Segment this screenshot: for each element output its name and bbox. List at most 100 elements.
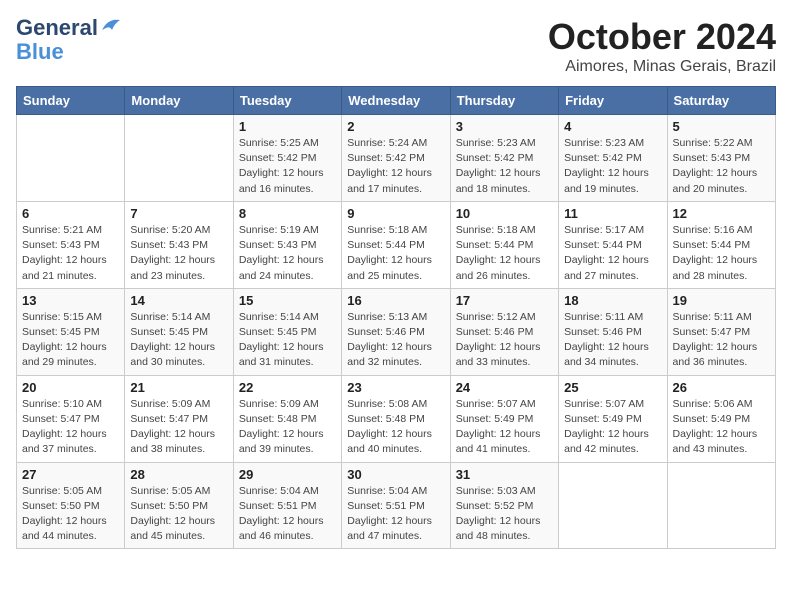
- day-number: 21: [130, 380, 227, 395]
- day-number: 11: [564, 206, 661, 221]
- day-number: 19: [673, 293, 770, 308]
- day-info: Sunrise: 5:18 AM Sunset: 5:44 PM Dayligh…: [456, 223, 553, 284]
- page-header: General Blue October 2024 Aimores, Minas…: [16, 16, 776, 76]
- calendar-cell: 12 Sunrise: 5:16 AM Sunset: 5:44 PM Dayli…: [667, 201, 775, 288]
- day-number: 1: [239, 119, 336, 134]
- calendar-table: SundayMondayTuesdayWednesdayThursdayFrid…: [16, 86, 776, 549]
- calendar-cell: [667, 462, 775, 549]
- calendar-cell: 31 Sunrise: 5:03 AM Sunset: 5:52 PM Dayli…: [450, 462, 558, 549]
- day-info: Sunrise: 5:17 AM Sunset: 5:44 PM Dayligh…: [564, 223, 661, 284]
- day-number: 27: [22, 467, 119, 482]
- calendar-cell: 10 Sunrise: 5:18 AM Sunset: 5:44 PM Dayli…: [450, 201, 558, 288]
- weekday-header-saturday: Saturday: [667, 87, 775, 115]
- calendar-cell: 20Sunrise: 5:10 AM Sunset: 5:47 PM Dayli…: [17, 375, 125, 462]
- calendar-cell: 29 Sunrise: 5:04 AM Sunset: 5:51 PM Dayli…: [233, 462, 341, 549]
- calendar-cell: 27Sunrise: 5:05 AM Sunset: 5:50 PM Dayli…: [17, 462, 125, 549]
- calendar-cell: [559, 462, 667, 549]
- day-number: 15: [239, 293, 336, 308]
- location: Aimores, Minas Gerais, Brazil: [548, 58, 776, 76]
- day-number: 29: [239, 467, 336, 482]
- calendar-week-5: 27 Sunrise: 5:05 AM Sunset: 5:50 PM Dayli…: [17, 462, 776, 549]
- calendar-week-3: 13 Sunrise: 5:15 AM Sunset: 5:45 PM Dayli…: [17, 288, 776, 375]
- day-number: 2: [347, 119, 444, 134]
- day-number: 16: [347, 293, 444, 308]
- day-info: Sunrise: 5:25 AM Sunset: 5:42 PM Dayligh…: [239, 136, 336, 197]
- day-number: 22: [239, 380, 336, 395]
- month-title: October 2024: [548, 16, 776, 58]
- day-number: 17: [456, 293, 553, 308]
- day-info: Sunrise: 5:09 AM Sunset: 5:47 PM Dayligh…: [130, 397, 227, 458]
- calendar-cell: 4Sunrise: 5:23 AM Sunset: 5:42 PM Daylig…: [559, 115, 667, 202]
- day-info: Sunrise: 5:19 AM Sunset: 5:43 PM Dayligh…: [239, 223, 336, 284]
- calendar-cell: 26 Sunrise: 5:06 AM Sunset: 5:49 PM Dayli…: [667, 375, 775, 462]
- day-number: 6: [22, 206, 119, 221]
- calendar-cell: 17Sunrise: 5:12 AM Sunset: 5:46 PM Dayli…: [450, 288, 558, 375]
- day-info: Sunrise: 5:08 AM Sunset: 5:48 PM Dayligh…: [347, 397, 444, 458]
- day-number: 8: [239, 206, 336, 221]
- day-number: 5: [673, 119, 770, 134]
- logo-bird-icon: [100, 16, 122, 36]
- calendar-cell: 23 Sunrise: 5:08 AM Sunset: 5:48 PM Dayli…: [342, 375, 450, 462]
- day-info: Sunrise: 5:04 AM Sunset: 5:51 PM Dayligh…: [347, 484, 444, 545]
- day-info: Sunrise: 5:22 AM Sunset: 5:43 PM Dayligh…: [673, 136, 770, 197]
- calendar-week-1: 1 Sunrise: 5:25 AM Sunset: 5:42 PM Daylig…: [17, 115, 776, 202]
- calendar-cell: 9Sunrise: 5:18 AM Sunset: 5:44 PM Daylig…: [342, 201, 450, 288]
- day-info: Sunrise: 5:14 AM Sunset: 5:45 PM Dayligh…: [239, 310, 336, 371]
- day-number: 7: [130, 206, 227, 221]
- calendar-cell: 1 Sunrise: 5:25 AM Sunset: 5:42 PM Daylig…: [233, 115, 341, 202]
- calendar-cell: 2 Sunrise: 5:24 AM Sunset: 5:42 PM Daylig…: [342, 115, 450, 202]
- day-number: 25: [564, 380, 661, 395]
- day-info: Sunrise: 5:06 AM Sunset: 5:49 PM Dayligh…: [673, 397, 770, 458]
- day-info: Sunrise: 5:11 AM Sunset: 5:46 PM Dayligh…: [564, 310, 661, 371]
- logo-text: General Blue: [16, 16, 98, 64]
- day-number: 12: [673, 206, 770, 221]
- day-info: Sunrise: 5:07 AM Sunset: 5:49 PM Dayligh…: [456, 397, 553, 458]
- weekday-header-monday: Monday: [125, 87, 233, 115]
- day-number: 14: [130, 293, 227, 308]
- day-number: 31: [456, 467, 553, 482]
- day-info: Sunrise: 5:18 AM Sunset: 5:44 PM Dayligh…: [347, 223, 444, 284]
- weekday-header-tuesday: Tuesday: [233, 87, 341, 115]
- calendar-header-row: SundayMondayTuesdayWednesdayThursdayFrid…: [17, 87, 776, 115]
- day-number: 3: [456, 119, 553, 134]
- calendar-cell: 22 Sunrise: 5:09 AM Sunset: 5:48 PM Dayli…: [233, 375, 341, 462]
- day-info: Sunrise: 5:09 AM Sunset: 5:48 PM Dayligh…: [239, 397, 336, 458]
- weekday-header-thursday: Thursday: [450, 87, 558, 115]
- day-number: 23: [347, 380, 444, 395]
- calendar-cell: 15 Sunrise: 5:14 AM Sunset: 5:45 PM Dayli…: [233, 288, 341, 375]
- day-info: Sunrise: 5:14 AM Sunset: 5:45 PM Dayligh…: [130, 310, 227, 371]
- calendar-cell: 25Sunrise: 5:07 AM Sunset: 5:49 PM Dayli…: [559, 375, 667, 462]
- calendar-cell: 19Sunrise: 5:11 AM Sunset: 5:47 PM Dayli…: [667, 288, 775, 375]
- title-block: October 2024 Aimores, Minas Gerais, Braz…: [548, 16, 776, 76]
- calendar-cell: 13 Sunrise: 5:15 AM Sunset: 5:45 PM Dayli…: [17, 288, 125, 375]
- weekday-header-wednesday: Wednesday: [342, 87, 450, 115]
- day-number: 13: [22, 293, 119, 308]
- day-info: Sunrise: 5:23 AM Sunset: 5:42 PM Dayligh…: [456, 136, 553, 197]
- calendar-body: 1 Sunrise: 5:25 AM Sunset: 5:42 PM Daylig…: [17, 115, 776, 549]
- day-info: Sunrise: 5:15 AM Sunset: 5:45 PM Dayligh…: [22, 310, 119, 371]
- calendar-cell: [125, 115, 233, 202]
- calendar-cell: 5 Sunrise: 5:22 AM Sunset: 5:43 PM Daylig…: [667, 115, 775, 202]
- calendar-cell: 8 Sunrise: 5:19 AM Sunset: 5:43 PM Daylig…: [233, 201, 341, 288]
- day-info: Sunrise: 5:03 AM Sunset: 5:52 PM Dayligh…: [456, 484, 553, 545]
- calendar-cell: 24Sunrise: 5:07 AM Sunset: 5:49 PM Dayli…: [450, 375, 558, 462]
- calendar-cell: 3 Sunrise: 5:23 AM Sunset: 5:42 PM Daylig…: [450, 115, 558, 202]
- day-info: Sunrise: 5:20 AM Sunset: 5:43 PM Dayligh…: [130, 223, 227, 284]
- day-info: Sunrise: 5:16 AM Sunset: 5:44 PM Dayligh…: [673, 223, 770, 284]
- day-number: 26: [673, 380, 770, 395]
- calendar-week-2: 6Sunrise: 5:21 AM Sunset: 5:43 PM Daylig…: [17, 201, 776, 288]
- calendar-cell: 18 Sunrise: 5:11 AM Sunset: 5:46 PM Dayli…: [559, 288, 667, 375]
- day-info: Sunrise: 5:04 AM Sunset: 5:51 PM Dayligh…: [239, 484, 336, 545]
- calendar-cell: 21 Sunrise: 5:09 AM Sunset: 5:47 PM Dayli…: [125, 375, 233, 462]
- calendar-cell: 6Sunrise: 5:21 AM Sunset: 5:43 PM Daylig…: [17, 201, 125, 288]
- day-number: 30: [347, 467, 444, 482]
- calendar-week-4: 20Sunrise: 5:10 AM Sunset: 5:47 PM Dayli…: [17, 375, 776, 462]
- calendar-cell: 11 Sunrise: 5:17 AM Sunset: 5:44 PM Dayli…: [559, 201, 667, 288]
- day-info: Sunrise: 5:24 AM Sunset: 5:42 PM Dayligh…: [347, 136, 444, 197]
- day-number: 18: [564, 293, 661, 308]
- calendar-cell: [17, 115, 125, 202]
- day-number: 10: [456, 206, 553, 221]
- day-info: Sunrise: 5:05 AM Sunset: 5:50 PM Dayligh…: [130, 484, 227, 545]
- calendar-cell: 30 Sunrise: 5:04 AM Sunset: 5:51 PM Dayli…: [342, 462, 450, 549]
- day-number: 4: [564, 119, 661, 134]
